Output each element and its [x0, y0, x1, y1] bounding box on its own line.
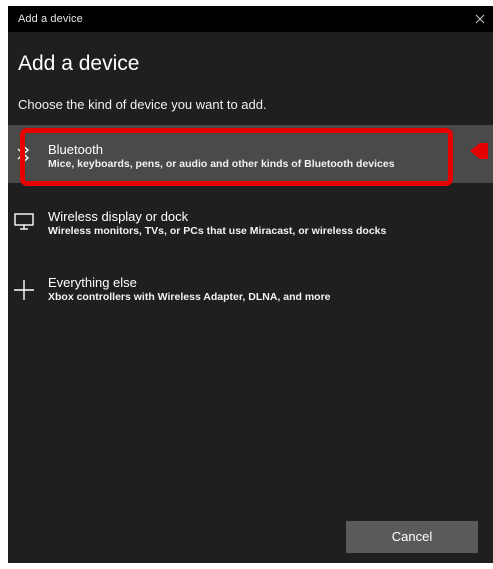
bluetooth-icon	[13, 142, 33, 166]
monitor-icon	[13, 210, 34, 234]
close-icon[interactable]	[471, 10, 489, 28]
plus-icon	[13, 278, 34, 302]
option-description: Xbox controllers with Wireless Adapter, …	[48, 291, 331, 303]
page-title: Add a device	[18, 52, 140, 75]
cancel-button[interactable]: Cancel	[346, 521, 478, 553]
option-bluetooth[interactable]: Bluetooth Mice, keyboards, pens, or audi…	[8, 125, 493, 183]
page-subtitle: Choose the kind of device you want to ad…	[18, 97, 267, 112]
pointer-arrow-icon	[470, 143, 488, 159]
window-title: Add a device	[18, 13, 83, 25]
option-title: Wireless display or dock	[48, 209, 189, 224]
option-title: Everything else	[48, 275, 137, 290]
option-title: Bluetooth	[48, 142, 103, 157]
option-description: Wireless monitors, TVs, or PCs that use …	[48, 225, 387, 237]
title-bar: Add a device	[8, 6, 493, 32]
option-everything-else[interactable]: Everything else Xbox controllers with Wi…	[8, 268, 493, 326]
option-description: Mice, keyboards, pens, or audio and othe…	[48, 158, 395, 170]
option-wireless-display[interactable]: Wireless display or dock Wireless monito…	[8, 202, 493, 260]
add-device-dialog: Add a device Add a device Choose the kin…	[8, 6, 493, 563]
